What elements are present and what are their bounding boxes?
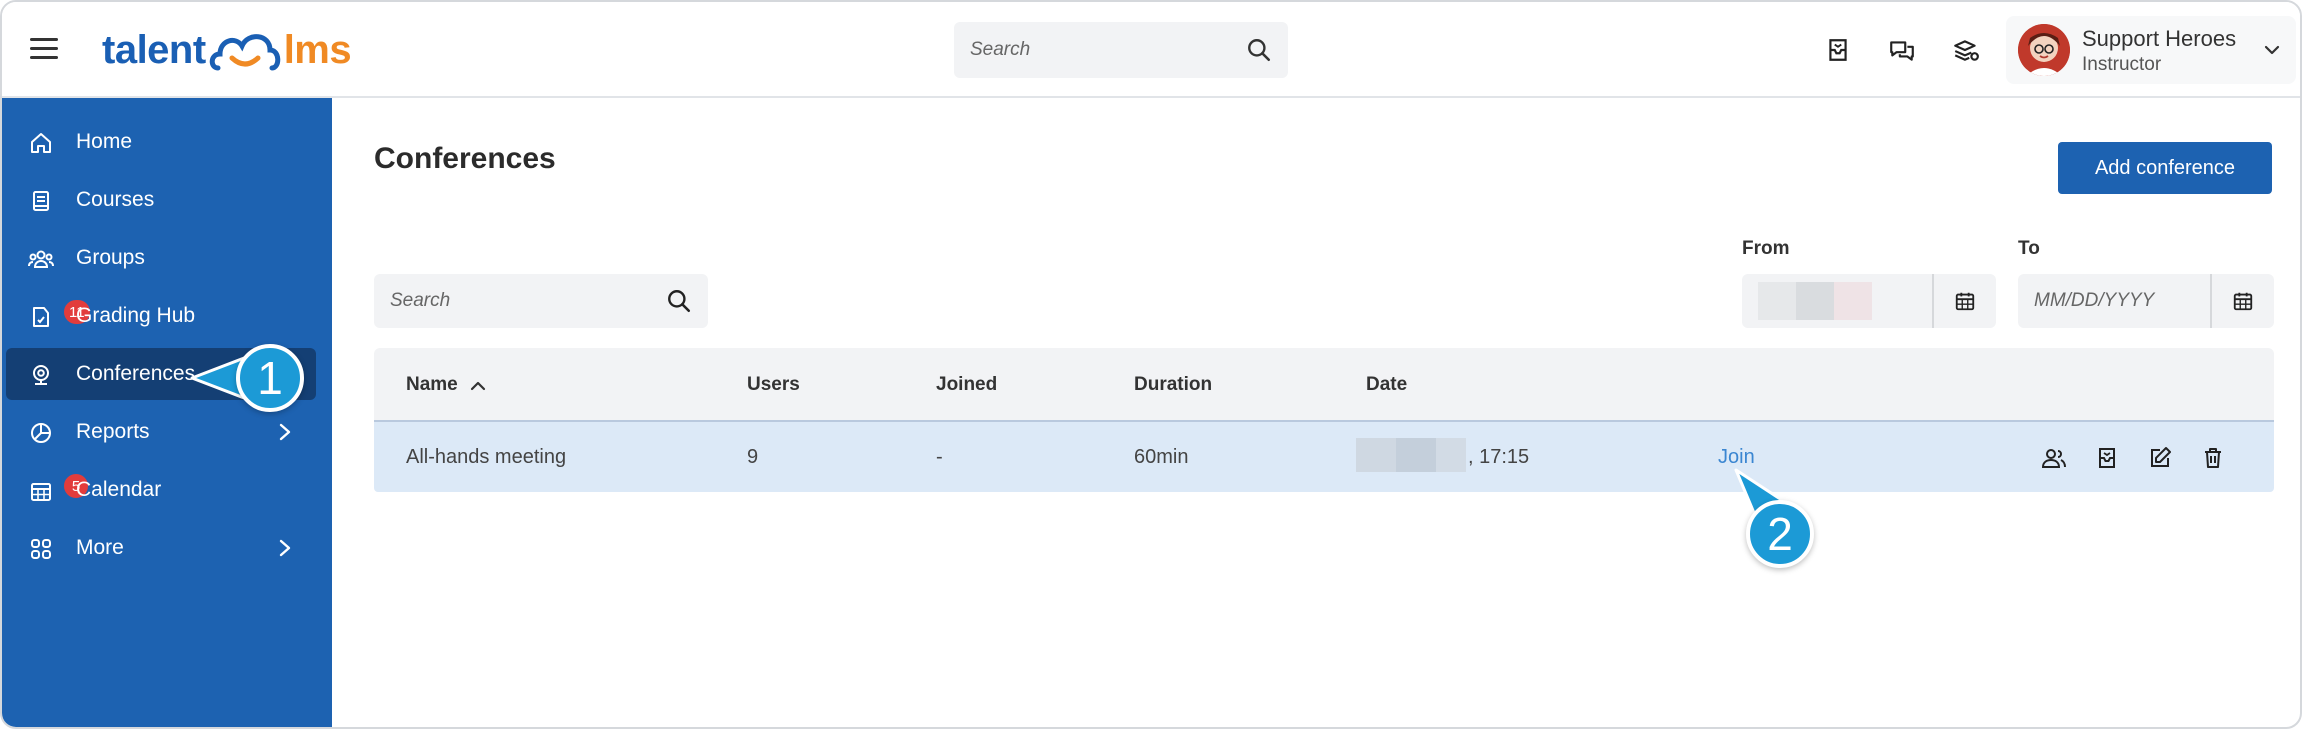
courses-icon bbox=[28, 188, 54, 214]
conference-search-input[interactable] bbox=[390, 290, 666, 312]
delete-icon[interactable] bbox=[2199, 444, 2227, 472]
sidebar: Home Courses Groups 11 Grading Hub Confe… bbox=[2, 98, 332, 727]
calendar-icon: 5 bbox=[28, 472, 90, 504]
search-icon[interactable] bbox=[1246, 37, 1272, 63]
sidebar-item-label: Calendar bbox=[76, 478, 162, 501]
chevron-right-icon bbox=[279, 423, 291, 441]
message-users-icon[interactable] bbox=[2093, 444, 2121, 472]
sidebar-item-courses[interactable]: Courses bbox=[6, 174, 316, 226]
redacted-date bbox=[1758, 282, 1872, 320]
column-label: Name bbox=[406, 374, 458, 395]
table-header: Name Users Joined Duration Date bbox=[374, 348, 2274, 422]
column-label: Duration bbox=[1134, 374, 1213, 395]
column-header-users[interactable]: Users bbox=[747, 374, 800, 396]
groups-icon bbox=[28, 246, 54, 272]
from-date-field[interactable] bbox=[1742, 274, 1996, 328]
to-date-field[interactable] bbox=[2018, 274, 2274, 328]
join-link[interactable]: Join bbox=[1718, 446, 1755, 469]
column-label: Date bbox=[1366, 374, 1408, 395]
talentlms-logo[interactable]: talent lms bbox=[102, 22, 352, 78]
app-window: talent lms Search Support Heroes Instruc… bbox=[0, 0, 2302, 729]
more-icon bbox=[28, 536, 54, 562]
user-menu[interactable]: Support Heroes Instructor bbox=[2006, 16, 2296, 84]
to-calendar-button[interactable] bbox=[2210, 274, 2274, 328]
cell-joined: - bbox=[936, 446, 943, 468]
sidebar-item-grading-hub[interactable]: 11 Grading Hub bbox=[6, 290, 316, 342]
user-avatar bbox=[2018, 24, 2070, 76]
hamburger-menu-icon[interactable] bbox=[30, 38, 58, 60]
sidebar-item-label: Reports bbox=[76, 420, 150, 443]
sidebar-item-label: More bbox=[76, 536, 124, 559]
conference-search bbox=[374, 274, 708, 328]
add-conference-button[interactable]: Add conference bbox=[2058, 142, 2272, 194]
users-icon[interactable] bbox=[2040, 444, 2068, 472]
redacted-date bbox=[1356, 438, 1466, 472]
logo-text-lms: lms bbox=[283, 27, 352, 72]
reports-icon bbox=[28, 420, 54, 446]
logo-text-talent: talent bbox=[102, 27, 206, 72]
home-icon bbox=[28, 130, 54, 156]
table-row[interactable]: All-hands meeting 9 - 60min , 17:15 Join bbox=[374, 422, 2274, 492]
cell-name: All-hands meeting bbox=[406, 446, 567, 468]
sidebar-item-label: Groups bbox=[76, 246, 145, 269]
user-role: Instructor bbox=[2082, 54, 2162, 75]
grading-hub-icon: 11 bbox=[28, 298, 92, 330]
column-header-duration[interactable]: Duration bbox=[1134, 374, 1212, 396]
global-search-input[interactable] bbox=[970, 39, 1246, 61]
conferences-table: Name Users Joined Duration Date All-hand… bbox=[374, 348, 2274, 492]
column-header-name[interactable]: Name bbox=[406, 374, 486, 396]
sidebar-item-calendar[interactable]: 5 Calendar bbox=[6, 464, 316, 516]
chevron-right-icon bbox=[279, 539, 291, 557]
to-label: To bbox=[2018, 238, 2040, 259]
chevron-down-icon bbox=[2264, 45, 2280, 55]
sidebar-item-label: Courses bbox=[76, 188, 155, 211]
sidebar-item-more[interactable]: More bbox=[6, 522, 316, 574]
search-icon[interactable] bbox=[666, 288, 692, 314]
column-header-joined[interactable]: Joined bbox=[936, 374, 997, 396]
sidebar-item-label: Conferences bbox=[76, 362, 196, 385]
global-search bbox=[954, 22, 1288, 78]
sidebar-item-label: Home bbox=[76, 130, 133, 153]
logo-cloud-icon bbox=[209, 34, 280, 71]
switch-role-icon[interactable] bbox=[1950, 34, 1982, 66]
callout-step-2: 2 bbox=[1746, 500, 1814, 568]
user-name: Support Heroes bbox=[2082, 26, 2237, 51]
cell-time: , 17:15 bbox=[1468, 446, 1530, 468]
sidebar-item-label: Grading Hub bbox=[76, 304, 196, 327]
calendar-icon bbox=[1955, 292, 1975, 311]
sidebar-item-reports[interactable]: Reports bbox=[6, 406, 316, 458]
from-calendar-button[interactable] bbox=[1932, 274, 1996, 328]
messages-icon[interactable] bbox=[1886, 34, 1918, 66]
top-header: talent lms Search Support Heroes Instruc… bbox=[2, 2, 2300, 98]
edit-icon[interactable] bbox=[2146, 444, 2174, 472]
cell-duration: 60min bbox=[1134, 446, 1189, 468]
conferences-icon bbox=[28, 362, 54, 388]
calendar-icon bbox=[2233, 292, 2253, 311]
page-title: Conferences bbox=[374, 142, 556, 175]
cell-users: 9 bbox=[747, 446, 759, 468]
inbox-icon[interactable] bbox=[1822, 34, 1854, 66]
sort-ascending-icon bbox=[470, 381, 485, 391]
from-label: From bbox=[1742, 238, 1790, 259]
column-label: Users bbox=[747, 374, 800, 395]
column-header-date[interactable]: Date bbox=[1366, 374, 1407, 396]
column-label: Joined bbox=[936, 374, 998, 395]
callout-step-1: 1 bbox=[236, 344, 304, 412]
sidebar-item-groups[interactable]: Groups bbox=[6, 232, 316, 284]
sidebar-item-home[interactable]: Home bbox=[6, 116, 316, 168]
